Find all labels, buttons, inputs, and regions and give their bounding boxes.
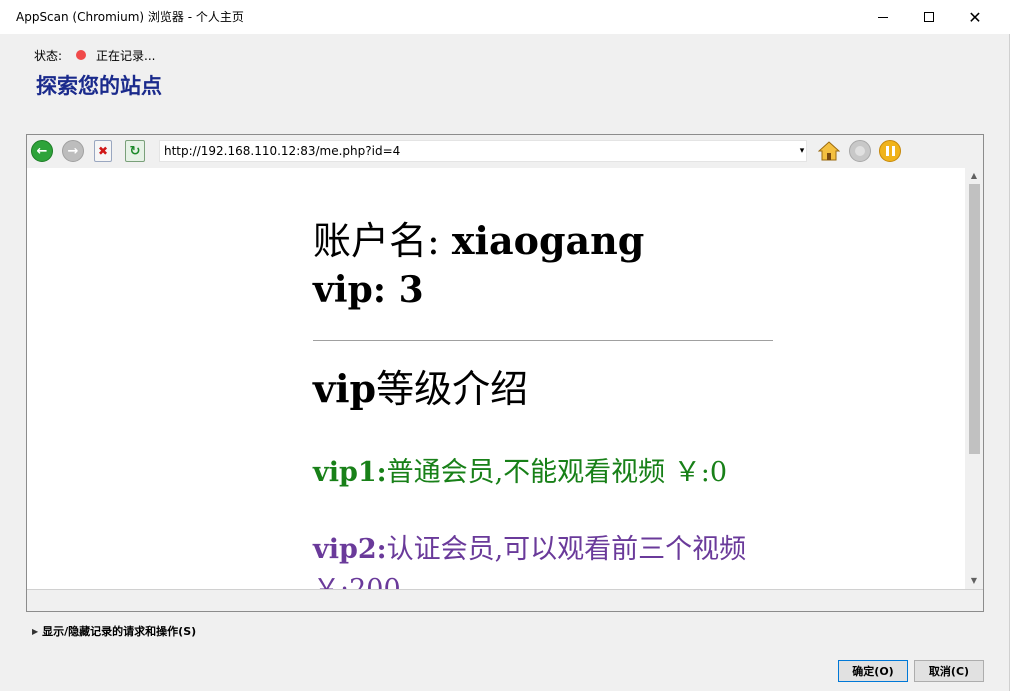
arrow-right-icon: → [67,143,79,159]
refresh-button[interactable]: ↻ [125,140,145,162]
toggle-requests-link[interactable]: ▶ 显示/隐藏记录的请求和操作(S) [32,622,196,640]
refresh-icon: ↻ [129,143,141,159]
maximize-icon [924,12,934,22]
minimize-icon [878,16,888,18]
page-viewport[interactable]: 账户名: xiaogang vip: 3 vip等级介绍 vip1:普通会员,不… [27,168,965,589]
home-icon [818,141,840,161]
account-line: 账户名: xiaogang [313,216,773,266]
stop-icon: ✖ [97,144,109,158]
appscan-browser-window: AppScan (Chromium) 浏览器 - 个人主页 ✕ 状态: 正在记录… [0,0,1010,691]
account-value: xiaogang [451,218,645,263]
record-button[interactable] [849,140,871,162]
forward-button[interactable]: → [62,140,84,162]
account-label: 账户名: [313,219,440,263]
toggle-requests-label: 显示/隐藏记录的请求和操作(S) [42,625,197,638]
browser-status-bar [27,589,983,611]
record-icon [855,146,865,156]
vip-intro-heading-en: vip [313,366,377,411]
embedded-browser: ← → ✖ ↻ http://192.168.110.12:83/me.php?… [26,134,984,612]
page-title: 探索您的站点 [36,73,162,98]
maximize-button[interactable] [906,0,952,34]
scrollbar-thumb[interactable] [969,184,980,454]
pause-button[interactable] [879,140,901,162]
vip-intro-heading: vip等级介绍 [313,363,773,415]
scroll-up-icon[interactable]: ▲ [965,168,983,184]
url-input[interactable]: http://192.168.110.12:83/me.php?id=4 [159,140,807,162]
pause-icon-bar [891,146,895,156]
arrow-left-icon: ← [36,143,48,159]
vip-level-key: vip2: [313,534,387,565]
page-content: 账户名: xiaogang vip: 3 vip等级介绍 vip1:普通会员,不… [313,216,773,589]
vip-level-key: vip1: [313,457,387,488]
status-text: 正在记录... [96,48,156,63]
vip-label: vip: [313,269,387,311]
pause-icon [885,146,889,156]
expand-triangle-icon: ▶ [32,626,39,636]
vip-line: vip: 3 [313,266,773,314]
status-label: 状态: [34,48,63,63]
close-button[interactable]: ✕ [952,0,998,34]
divider [313,340,773,341]
url-dropdown-icon[interactable]: ▾ [797,140,807,162]
vip-level-text: 普通会员,不能观看视频 ￥:0 [386,457,728,488]
back-button[interactable]: ← [31,140,53,162]
vip-level-item: vip2:认证会员,可以观看前三个视频 ￥:200 [313,530,773,589]
vip-intro-heading-cn: 等级介绍 [376,367,529,411]
status-row: 状态: 正在记录... [34,46,156,64]
vip-level-item: vip1:普通会员,不能观看视频 ￥:0 [313,453,773,493]
vip-value: 3 [398,269,424,311]
home-button[interactable] [817,139,841,163]
title-bar: AppScan (Chromium) 浏览器 - 个人主页 ✕ [0,0,1010,34]
ok-button[interactable]: 确定(O) [838,660,908,682]
cancel-button[interactable]: 取消(C) [914,660,984,682]
close-icon: ✕ [968,7,982,27]
stop-button[interactable]: ✖ [94,140,112,162]
scroll-down-icon[interactable]: ▼ [965,573,983,589]
vertical-scrollbar[interactable]: ▲ ▼ [965,168,983,589]
window-title: AppScan (Chromium) 浏览器 - 个人主页 [16,10,244,24]
recording-indicator-icon [76,50,87,60]
minimize-button[interactable] [860,0,906,34]
browser-toolbar: ← → ✖ ↻ http://192.168.110.12:83/me.php?… [27,135,983,168]
